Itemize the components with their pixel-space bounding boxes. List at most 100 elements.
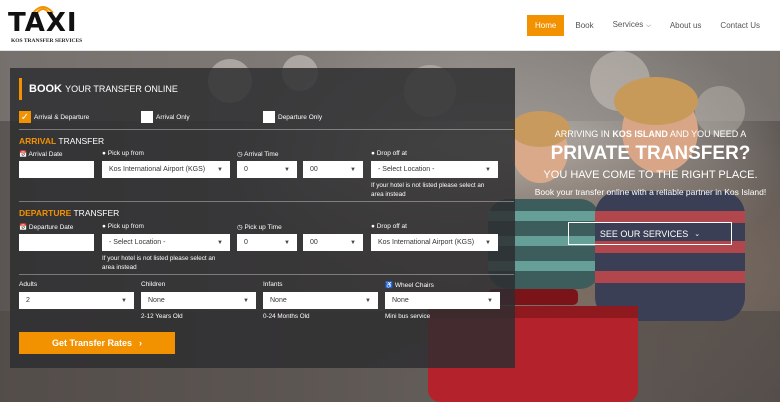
departure-pickup-select[interactable]: - Select Location - ▼ bbox=[102, 234, 230, 251]
caret-down-icon: ▼ bbox=[365, 297, 371, 304]
caret-down-icon: ▼ bbox=[485, 166, 491, 173]
arrival-title-bold: ARRIVAL bbox=[19, 136, 57, 146]
nav-services[interactable]: Services ⌵ bbox=[605, 14, 659, 36]
option-arrival-departure-label: Arrival & Departure bbox=[34, 113, 90, 121]
option-departure-only[interactable]: Departure Only bbox=[263, 111, 322, 123]
promo-line-1-post: AND YOU NEED A bbox=[669, 129, 747, 139]
checkbox-icon[interactable] bbox=[263, 111, 275, 123]
wheelchairs-select[interactable]: None ▼ bbox=[385, 292, 500, 309]
caret-down-icon: ▼ bbox=[217, 239, 223, 246]
booking-title-rest: YOUR TRANSFER ONLINE bbox=[65, 84, 178, 94]
arrival-hour-select[interactable]: 0 ▼ bbox=[237, 161, 297, 178]
adults-label: Adults bbox=[19, 281, 38, 288]
arrival-section-title: ARRIVAL TRANSFER bbox=[19, 136, 104, 146]
departure-dropoff-value: Kos International Airport (KGS) bbox=[378, 239, 475, 246]
departure-dropoff-select[interactable]: Kos International Airport (KGS) ▼ bbox=[371, 234, 498, 251]
children-value: None bbox=[148, 297, 165, 304]
get-transfer-rates-label: Get Transfer Rates bbox=[51, 338, 133, 348]
caret-down-icon: ▼ bbox=[121, 297, 127, 304]
chevron-right-icon: › bbox=[139, 338, 143, 348]
checkbox-checked-icon[interactable]: ✓ bbox=[19, 111, 31, 123]
wheelchairs-value: None bbox=[392, 297, 409, 304]
promo-line-1: ARRIVING IN KOS ISLAND AND YOU NEED A bbox=[528, 129, 773, 139]
nav-contact[interactable]: Contact Us bbox=[712, 15, 768, 36]
arrival-dropoff-note: If your hotel is not listed please selec… bbox=[371, 182, 485, 198]
departure-date-label-text: Departure Date bbox=[28, 224, 74, 231]
departure-time-label-text: Pick up Time bbox=[244, 224, 282, 231]
promo-tagline: Book your transfer online with a reliabl… bbox=[534, 187, 767, 197]
booking-title: BOOK YOUR TRANSFER ONLINE bbox=[19, 78, 178, 100]
departure-date-input[interactable] bbox=[19, 234, 94, 251]
booking-form: BOOK YOUR TRANSFER ONLINE ✓ Arrival & De… bbox=[10, 68, 515, 368]
promo-line-1-bold: KOS ISLAND bbox=[612, 129, 668, 139]
arrival-pickup-label-text: Pick up from bbox=[107, 150, 144, 157]
option-arrival-only[interactable]: Arrival Only bbox=[141, 111, 190, 123]
arrival-dropoff-value: - Select Location - bbox=[378, 166, 435, 173]
nav-home[interactable]: Home bbox=[527, 14, 565, 36]
departure-minute-select[interactable]: 00 ▼ bbox=[303, 234, 363, 251]
caret-down-icon: ▼ bbox=[487, 297, 493, 304]
departure-dropoff-label: ● Drop off at bbox=[371, 223, 407, 230]
wheelchairs-label: ♿ Wheel Chairs bbox=[385, 282, 434, 289]
infants-select[interactable]: None ▼ bbox=[263, 292, 378, 309]
caret-down-icon: ▼ bbox=[350, 166, 356, 173]
departure-hour-value: 0 bbox=[244, 239, 248, 246]
departure-section-title: DEPARTURE TRANSFER bbox=[19, 208, 119, 218]
children-select[interactable]: None ▼ bbox=[141, 292, 256, 309]
site-logo[interactable]: TAXI KOS TRANSFER SERVICES bbox=[8, 4, 88, 46]
arrival-pickup-select[interactable]: Kos International Airport (KGS) ▼ bbox=[102, 161, 230, 178]
arrival-pickup-value: Kos International Airport (KGS) bbox=[109, 166, 206, 173]
nav-about[interactable]: About us bbox=[662, 15, 710, 36]
departure-pickup-note: If your hotel is not listed please selec… bbox=[102, 255, 216, 271]
arrival-time-label: ◷ Arrival Time bbox=[237, 151, 279, 158]
see-our-services-label: SEE OUR SERVICES bbox=[599, 228, 689, 239]
arrival-date-label: 📅 Arrival Date bbox=[19, 151, 63, 158]
wheelchairs-note: Mini bus service bbox=[385, 313, 431, 320]
checkbox-icon[interactable] bbox=[141, 111, 153, 123]
arrival-title-rest: TRANSFER bbox=[58, 136, 105, 146]
promo-subhead: YOU HAVE COME TO THE RIGHT PLACE. bbox=[543, 169, 758, 181]
departure-dropoff-label-text: Drop off at bbox=[376, 223, 407, 230]
wheelchairs-label-text: Wheel Chairs bbox=[394, 282, 434, 289]
arrival-hour-value: 0 bbox=[244, 166, 248, 173]
nav-book[interactable]: Book bbox=[567, 15, 601, 36]
arrival-dropoff-select[interactable]: - Select Location - ▼ bbox=[371, 161, 498, 178]
departure-pickup-label-text: Pick up from bbox=[107, 223, 144, 230]
departure-title-rest: TRANSFER bbox=[73, 208, 120, 218]
chevron-down-icon: ⌵ bbox=[646, 23, 651, 29]
arrival-dropoff-label-text: Drop off at bbox=[376, 150, 407, 157]
caret-down-icon: ▼ bbox=[217, 166, 223, 173]
see-our-services-button[interactable]: SEE OUR SERVICES ⌄ bbox=[568, 222, 732, 245]
hero-promo: ARRIVING IN KOS ISLAND AND YOU NEED A PR… bbox=[528, 129, 773, 197]
divider bbox=[19, 274, 514, 275]
adults-value: 2 bbox=[26, 297, 30, 304]
departure-hour-select[interactable]: 0 ▼ bbox=[237, 234, 297, 251]
get-transfer-rates-button[interactable]: Get Transfer Rates › bbox=[19, 332, 175, 354]
divider bbox=[19, 201, 514, 202]
option-departure-only-label: Departure Only bbox=[278, 113, 323, 121]
children-label: Children bbox=[141, 281, 166, 288]
promo-line-1-pre: ARRIVING IN bbox=[554, 129, 610, 139]
option-arrival-departure[interactable]: ✓ Arrival & Departure bbox=[19, 111, 89, 123]
site-header: TAXI KOS TRANSFER SERVICES Home Book Ser… bbox=[0, 0, 780, 51]
arrival-date-input[interactable] bbox=[19, 161, 94, 178]
chevron-down-icon: ⌄ bbox=[694, 230, 701, 238]
caret-down-icon: ▼ bbox=[350, 239, 356, 246]
main-nav: Home Book Services ⌵ About us Contact Us bbox=[524, 14, 768, 36]
infants-value: None bbox=[270, 297, 287, 304]
infants-note: 0-24 Months Old bbox=[263, 313, 310, 320]
arrival-minute-select[interactable]: 00 ▼ bbox=[303, 161, 363, 178]
arrival-pickup-label: ● Pick up from bbox=[102, 150, 144, 157]
caret-down-icon: ▼ bbox=[485, 239, 491, 246]
divider bbox=[19, 129, 514, 130]
arrival-dropoff-label: ● Drop off at bbox=[371, 150, 407, 157]
booking-title-bold: BOOK bbox=[29, 83, 62, 95]
departure-date-label: 📅 Departure Date bbox=[19, 224, 74, 231]
departure-time-label: ◷ Pick up Time bbox=[237, 224, 282, 231]
arrival-minute-value: 00 bbox=[310, 166, 318, 173]
departure-minute-value: 00 bbox=[310, 239, 318, 246]
promo-headline: PRIVATE TRANSFER? bbox=[550, 143, 751, 164]
adults-select[interactable]: 2 ▼ bbox=[19, 292, 134, 309]
departure-pickup-label: ● Pick up from bbox=[102, 223, 144, 230]
arrival-date-label-text: Arrival Date bbox=[28, 151, 63, 158]
